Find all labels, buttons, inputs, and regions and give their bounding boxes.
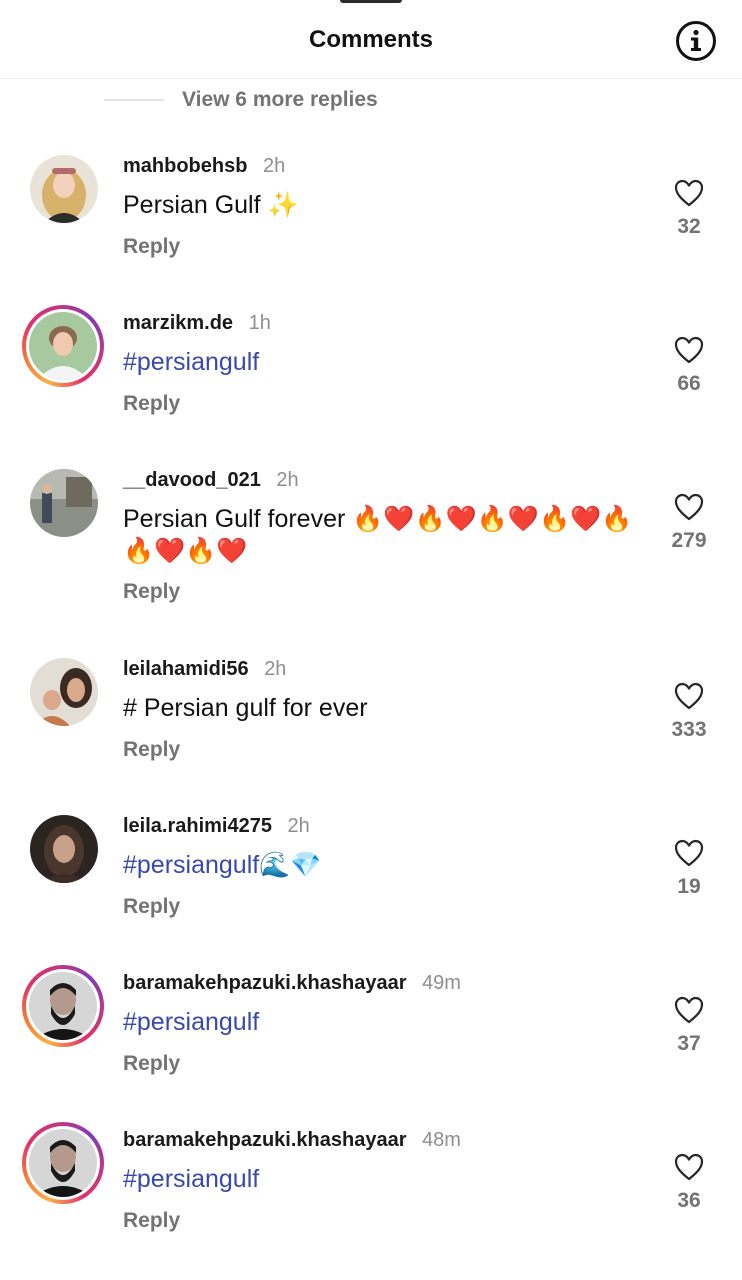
like-count: 32 bbox=[677, 215, 701, 238]
reply-button[interactable]: Reply bbox=[123, 580, 180, 604]
avatar bbox=[26, 309, 100, 383]
comment-item: baramakehpazuki.khashayaar 49m #persiang… bbox=[0, 965, 742, 1122]
reply-button[interactable]: Reply bbox=[123, 235, 180, 259]
avatar-story-ring[interactable] bbox=[22, 305, 104, 387]
hashtag-link[interactable]: #persiangulf bbox=[123, 1006, 643, 1038]
comment-username[interactable]: __davood_021 bbox=[123, 469, 261, 491]
info-icon[interactable] bbox=[675, 20, 717, 62]
heart-icon[interactable] bbox=[674, 839, 704, 867]
avatar bbox=[26, 969, 100, 1043]
avatar[interactable] bbox=[30, 658, 98, 726]
comment-username[interactable]: leila.rahimi4275 bbox=[123, 815, 272, 837]
comment-text: # Persian gulf for ever bbox=[123, 694, 368, 722]
avatar[interactable] bbox=[30, 469, 98, 537]
avatar bbox=[26, 1126, 100, 1200]
like-control: 37 bbox=[665, 996, 713, 1056]
reply-button[interactable]: Reply bbox=[123, 392, 180, 416]
like-control: 279 bbox=[665, 493, 713, 553]
comment-time: 49m bbox=[422, 972, 461, 994]
comment-username[interactable]: marzikm.de bbox=[123, 312, 233, 334]
comments-sheet: Comments View 6 more replies mahbobehsb … bbox=[0, 0, 742, 1280]
like-count: 36 bbox=[677, 1189, 701, 1212]
comment-time: 2h bbox=[263, 155, 286, 177]
view-more-replies-label: View 6 more replies bbox=[182, 88, 378, 111]
comment-time: 2h bbox=[264, 658, 287, 680]
hashtag-link[interactable]: #persiangulf bbox=[123, 1163, 643, 1195]
comment-item: marzikm.de 1h #persiangulf Reply 66 bbox=[0, 305, 742, 462]
like-control: 32 bbox=[665, 179, 713, 239]
hashtag-link[interactable]: #persiangulf bbox=[123, 346, 643, 378]
heart-icon[interactable] bbox=[674, 1153, 704, 1181]
heart-icon[interactable] bbox=[674, 493, 704, 521]
heart-icon[interactable] bbox=[674, 179, 704, 207]
avatar[interactable] bbox=[30, 155, 98, 223]
like-control: 333 bbox=[665, 682, 713, 742]
comment-time: 2h bbox=[287, 815, 310, 837]
comment-item: leila.rahimi4275 2h #persiangulf🌊💎 Reply… bbox=[0, 815, 742, 965]
reply-button[interactable]: Reply bbox=[123, 895, 180, 919]
comment-time: 2h bbox=[276, 469, 299, 491]
avatar-story-ring[interactable] bbox=[22, 1122, 104, 1204]
comment-text: Persian Gulf forever 🔥❤️🔥❤️🔥❤️🔥❤️🔥🔥❤️🔥❤️ bbox=[123, 505, 633, 565]
heart-icon[interactable] bbox=[674, 996, 704, 1024]
avatar-story-ring[interactable] bbox=[22, 965, 104, 1047]
hashtag-link[interactable]: #persiangulf🌊💎 bbox=[123, 849, 643, 881]
avatar[interactable] bbox=[30, 815, 98, 883]
replies-divider-line bbox=[104, 99, 164, 101]
comment-item: baramakehpazuki.khashayaar 48m #persiang… bbox=[0, 1122, 742, 1279]
comments-header: Comments bbox=[0, 0, 742, 79]
comment-text: Persian Gulf ✨ bbox=[123, 191, 299, 219]
comment-time: 48m bbox=[422, 1129, 461, 1151]
reply-button[interactable]: Reply bbox=[123, 1209, 180, 1233]
like-count: 66 bbox=[677, 372, 701, 395]
reply-button[interactable]: Reply bbox=[123, 738, 180, 762]
like-count: 333 bbox=[671, 718, 707, 741]
comment-time: 1h bbox=[248, 312, 271, 334]
heart-icon[interactable] bbox=[674, 682, 704, 710]
like-count: 19 bbox=[677, 875, 701, 898]
comment-item: mahbobehsb 2h Persian Gulf ✨ Reply 32 bbox=[0, 155, 742, 305]
like-control: 19 bbox=[665, 839, 713, 899]
reply-button[interactable]: Reply bbox=[123, 1052, 180, 1076]
view-more-replies-link[interactable]: View 6 more replies bbox=[104, 86, 378, 114]
page-title: Comments bbox=[308, 26, 434, 53]
comment-username[interactable]: baramakehpazuki.khashayaar bbox=[123, 972, 407, 994]
heart-icon[interactable] bbox=[674, 336, 704, 364]
like-control: 36 bbox=[665, 1153, 713, 1213]
comment-username[interactable]: baramakehpazuki.khashayaar bbox=[123, 1129, 407, 1151]
comment-username[interactable]: leilahamidi56 bbox=[123, 658, 249, 680]
comment-item: __davood_021 2h Persian Gulf forever 🔥❤️… bbox=[0, 469, 742, 619]
comment-item: leilahamidi56 2h # Persian gulf for ever… bbox=[0, 658, 742, 808]
comment-username[interactable]: mahbobehsb bbox=[123, 155, 247, 177]
like-count: 37 bbox=[677, 1032, 701, 1055]
like-count: 279 bbox=[671, 529, 707, 552]
like-control: 66 bbox=[665, 336, 713, 396]
